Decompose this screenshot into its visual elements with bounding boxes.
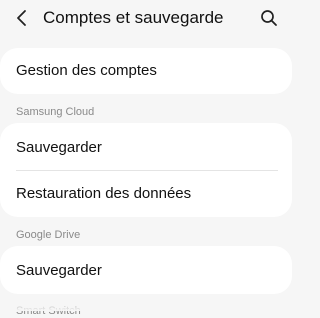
samsung-cloud-backup-item[interactable]: Sauvegarder [16,139,102,157]
google-drive-backup-item[interactable]: Sauvegarder [16,262,102,280]
search-icon[interactable] [259,8,279,28]
samsung-cloud-restore-item[interactable]: Restauration des données [16,185,191,203]
samsung-cloud-section-label: Samsung Cloud [16,106,95,118]
chevron-left-icon[interactable] [13,8,31,28]
page-title: Comptes et sauvegarde [43,8,224,27]
google-drive-section-label: Google Drive [16,229,81,241]
account-management-item[interactable]: Gestion des comptes [16,62,157,80]
smart-switch-section-label: Smart Switch [16,305,81,317]
app-bar: Comptes et sauvegarde [0,0,292,36]
divider [16,170,278,171]
